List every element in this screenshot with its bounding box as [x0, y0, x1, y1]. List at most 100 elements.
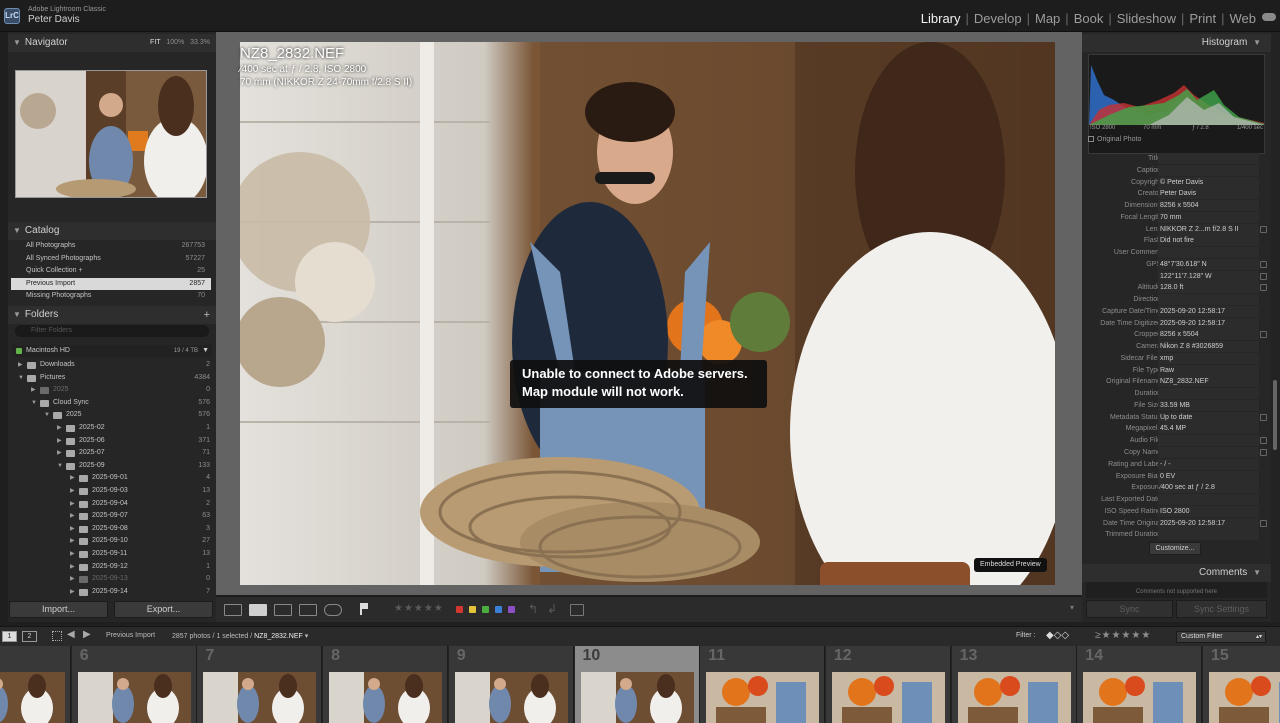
folder-item[interactable]: ▼ 2025 576 [44, 409, 210, 421]
filmstrip-cell[interactable]: 8 [323, 646, 449, 723]
filmstrip-cell[interactable]: 14 [1077, 646, 1203, 723]
catalog-item[interactable]: All Synced Photographs 57227 [11, 253, 211, 265]
module-print[interactable]: Print [1189, 11, 1216, 26]
folder-item[interactable]: ▶ 2025-09-03 13 [70, 485, 210, 497]
expand-triangle-icon[interactable]: ▶ [70, 586, 75, 598]
filmstrip-cell[interactable]: 15 [1203, 646, 1280, 723]
metadata-value[interactable]: 128.0 ft [1158, 282, 1259, 294]
metadata-value[interactable]: Did not fire [1158, 235, 1259, 247]
metadata-value[interactable]: Peter Davis [1158, 188, 1259, 200]
folder-item[interactable]: ▶ 2025-09-13 0 [70, 573, 210, 585]
filmstrip-thumbnail[interactable] [580, 672, 694, 723]
metadata-value[interactable]: 33.59 MB [1158, 399, 1259, 411]
module-map[interactable]: Map [1035, 11, 1060, 26]
rotate-right-icon[interactable]: ↲ [547, 602, 557, 616]
metadata-value[interactable] [1158, 529, 1259, 541]
metadata-value[interactable]: 45.4 MP [1158, 423, 1259, 435]
metadata-action-icon[interactable] [1260, 225, 1267, 233]
volume-bar[interactable]: Macintosh HD 19 / 4 TB ▼ [12, 345, 212, 357]
metadata-value[interactable] [1158, 435, 1259, 447]
folder-item[interactable]: ▶ 2025-09-04 2 [70, 498, 210, 510]
expand-triangle-icon[interactable]: ▶ [70, 485, 75, 497]
catalog-header[interactable]: ▼ Catalog [8, 222, 216, 240]
color-label-swatch[interactable] [495, 606, 502, 613]
metadata-value[interactable]: Raw [1158, 364, 1259, 376]
metadata-value[interactable] [1158, 153, 1259, 164]
scrollbar-thumb[interactable] [1273, 380, 1277, 450]
metadata-value[interactable]: Nikon Z 8 #3026859 [1158, 341, 1259, 353]
grid-view-icon[interactable] [224, 604, 242, 616]
folder-item[interactable]: ▶ 2025-09-08 3 [70, 523, 210, 535]
folder-item[interactable]: ▶ 2025-09-14 7 [70, 586, 210, 598]
metadata-value[interactable] [1158, 447, 1259, 458]
metadata-action-icon[interactable] [1260, 437, 1267, 445]
metadata-value[interactable]: 70 mm [1158, 211, 1259, 223]
rotate-left-icon[interactable]: ↰ [528, 602, 538, 616]
expand-triangle-icon[interactable]: ▶ [70, 548, 75, 560]
filmstrip-cell[interactable]: 13 [951, 646, 1077, 723]
loupe-view-icon[interactable] [249, 604, 267, 616]
metadata-value[interactable] [1158, 294, 1259, 306]
metadata-value[interactable]: ⁄400 sec at ƒ / 2.8 [1158, 482, 1259, 494]
folder-item[interactable]: ▶ 2025-07 71 [57, 447, 210, 459]
histogram-header[interactable]: Histogram ▼ [1082, 34, 1271, 52]
volume-menu-icon[interactable]: ▼ [202, 345, 209, 357]
flag-icon[interactable] [360, 603, 368, 615]
folder-search-input[interactable]: Filter Folders [15, 325, 209, 337]
expand-triangle-icon[interactable]: ▼ [57, 460, 63, 472]
metadata-value[interactable]: NZ8_2832.NEF [1158, 376, 1259, 388]
expand-triangle-icon[interactable]: ▶ [70, 523, 75, 535]
add-folder-button[interactable]: + [204, 306, 210, 324]
expand-triangle-icon[interactable]: ▶ [57, 435, 62, 447]
filmstrip-thumbnail[interactable] [77, 672, 191, 723]
metadata-value[interactable]: 8256 x 5504 [1158, 329, 1259, 341]
folder-item[interactable]: ▼ Pictures 4384 [18, 372, 210, 384]
expand-triangle-icon[interactable]: ▶ [70, 561, 75, 573]
expand-triangle-icon[interactable]: ▼ [18, 372, 24, 384]
grid-icon[interactable] [52, 631, 62, 641]
folder-item[interactable]: ▶ 2025-09-07 63 [70, 510, 210, 522]
expand-triangle-icon[interactable]: ▶ [31, 384, 36, 396]
folder-item[interactable]: ▶ 2025 0 [31, 384, 210, 396]
import-button[interactable]: Import... [9, 601, 108, 618]
compare-view-icon[interactable] [274, 604, 292, 616]
metadata-value[interactable] [1158, 247, 1259, 259]
sync-metadata-button[interactable]: Sync [1086, 600, 1173, 618]
metadata-value[interactable]: Up to date [1158, 411, 1259, 423]
export-button[interactable]: Export... [114, 601, 213, 618]
cloud-icon[interactable] [1262, 13, 1276, 21]
toolbar-menu-icon[interactable]: ▾ [1070, 603, 1074, 612]
navigator-zoom-levels[interactable]: FIT 100% 33.3% [150, 34, 210, 52]
filmstrip-thumbnail[interactable] [706, 672, 820, 723]
metadata-action-icon[interactable] [1260, 449, 1267, 456]
metadata-value[interactable]: 0 EV [1158, 470, 1259, 482]
rating-stars[interactable]: ★★★★★ [394, 603, 444, 614]
metadata-action-icon[interactable] [1260, 413, 1267, 421]
crop-icon[interactable] [570, 604, 584, 616]
expand-triangle-icon[interactable]: ▶ [18, 359, 23, 371]
module-book[interactable]: Book [1074, 11, 1104, 26]
module-library[interactable]: Library [921, 11, 961, 26]
metadata-value[interactable] [1158, 164, 1259, 176]
folder-item[interactable]: ▶ 2025-09-12 1 [70, 561, 210, 573]
folder-item[interactable]: ▶ 2025-09-10 27 [70, 535, 210, 547]
customize-button[interactable]: Customize... [1149, 542, 1201, 555]
navigator-preview[interactable] [15, 70, 207, 198]
expand-triangle-icon[interactable]: ▼ [31, 397, 37, 409]
catalog-item[interactable]: Missing Photographs 70 [11, 290, 211, 302]
metadata-value[interactable]: © Peter Davis [1158, 176, 1259, 188]
expand-triangle-icon[interactable]: ▶ [70, 573, 75, 585]
navigator-header[interactable]: ▼ Navigator FIT 100% 33.3% [8, 34, 216, 52]
metadata-value[interactable]: 48°7'30.618" N [1158, 258, 1259, 270]
expand-triangle-icon[interactable]: ▼ [44, 409, 50, 421]
expand-triangle-icon[interactable]: ▶ [70, 510, 75, 522]
folder-item[interactable]: ▶ 2025-02 1 [57, 422, 210, 434]
metadata-value[interactable]: 8256 x 5504 [1158, 200, 1259, 212]
filmstrip-cell[interactable]: 7 [197, 646, 323, 723]
metadata-value[interactable]: xmp [1158, 352, 1259, 364]
filmstrip-count[interactable]: 2857 photos / 1 selected / NZ8_2832.NEF … [172, 632, 308, 640]
filmstrip-thumbnail[interactable] [831, 672, 945, 723]
metadata-value[interactable]: 2025-09-20 12:58:17 [1158, 305, 1259, 317]
folder-item[interactable]: ▶ 2025-09-11 13 [70, 548, 210, 560]
module-develop[interactable]: Develop [974, 11, 1022, 26]
